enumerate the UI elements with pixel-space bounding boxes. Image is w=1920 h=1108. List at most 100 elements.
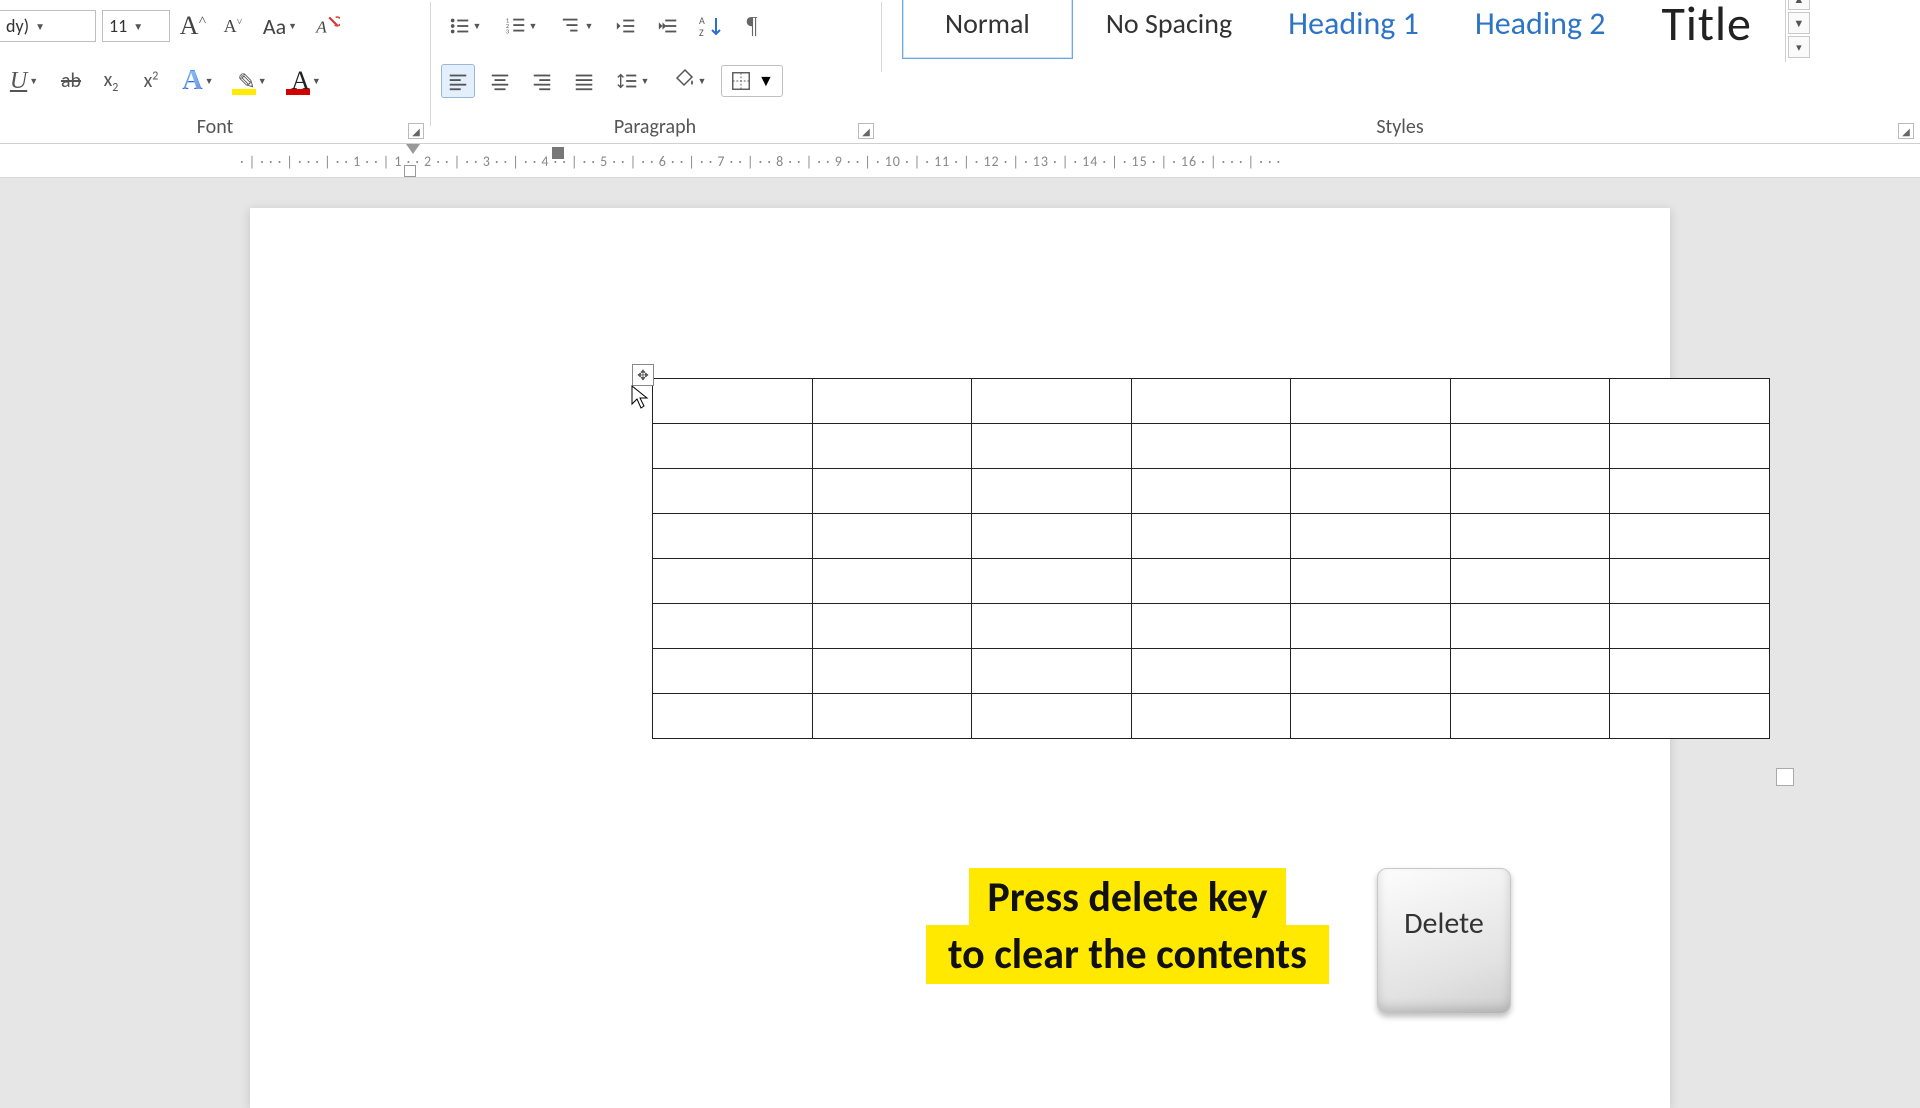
table-cell[interactable] [972,469,1132,514]
table-cell[interactable] [1291,694,1451,739]
sort-button[interactable]: AZ [693,9,727,43]
clear-formatting-button[interactable]: A [310,9,344,43]
bullets-button[interactable]: ▼ [441,9,489,43]
table-cell[interactable] [1291,469,1451,514]
underline-button[interactable]: U▼ [0,64,48,98]
tab-stop-marker[interactable] [552,147,564,159]
justify-button[interactable] [567,64,601,98]
multilevel-list-button[interactable]: ▼ [553,9,601,43]
style-title[interactable]: Title [1638,0,1774,59]
horizontal-ruler[interactable]: · | · · · | · · · | · · 1 · · | 1 · · 2 … [0,144,1920,178]
table-cell[interactable] [1131,469,1291,514]
table-cell[interactable] [812,379,972,424]
table-cell[interactable] [812,559,972,604]
styles-dialog-launcher[interactable]: ◢ [1898,123,1914,139]
table-cell[interactable] [1291,514,1451,559]
table-cell[interactable] [1450,604,1610,649]
align-left-button[interactable] [441,64,475,98]
table-cell[interactable] [972,694,1132,739]
table-cell[interactable] [1450,424,1610,469]
table-cell[interactable] [812,649,972,694]
paragraph-dialog-launcher[interactable]: ◢ [858,123,874,139]
table-cell[interactable] [972,649,1132,694]
table-cell[interactable] [972,424,1132,469]
table-cell[interactable] [972,604,1132,649]
table-cell[interactable] [653,379,813,424]
borders-button[interactable]: ▼ [721,65,783,97]
table-cell[interactable] [972,514,1132,559]
table-cell[interactable] [1610,424,1770,469]
table-row[interactable] [653,604,1770,649]
line-spacing-button[interactable]: ▼ [609,64,657,98]
table-cell[interactable] [972,379,1132,424]
change-case-button[interactable]: Aa▼ [256,9,304,43]
table-cell[interactable] [1610,379,1770,424]
table-cell[interactable] [1291,559,1451,604]
font-dialog-launcher[interactable]: ◢ [408,123,424,139]
text-effects-button[interactable]: A▼ [174,64,222,98]
shrink-font-button[interactable]: A˅ [216,9,250,43]
table-cell[interactable] [1610,649,1770,694]
table-cell[interactable] [812,514,972,559]
table-cell[interactable] [1131,379,1291,424]
table-row[interactable] [653,559,1770,604]
table-cell[interactable] [1450,469,1610,514]
table-cell[interactable] [1291,649,1451,694]
table-cell[interactable] [812,424,972,469]
table-cell[interactable] [1291,604,1451,649]
numbering-button[interactable]: 123 ▼ [497,9,545,43]
table-cell[interactable] [1610,694,1770,739]
table-cell[interactable] [1131,514,1291,559]
highlight-color-button[interactable]: ✎ ▼ [228,64,276,98]
table-cell[interactable] [1610,469,1770,514]
table-cell[interactable] [1131,424,1291,469]
style-heading1[interactable]: Heading 1 [1265,0,1442,59]
table-cell[interactable] [1450,649,1610,694]
table-cell[interactable] [1291,379,1451,424]
table-row[interactable] [653,379,1770,424]
subscript-button[interactable]: x2 [94,64,128,98]
table-cell[interactable] [653,424,813,469]
font-color-button[interactable]: A ▼ [282,64,330,98]
page[interactable]: ✥ Press delete key to clear the contents… [250,208,1670,1108]
table-cell[interactable] [653,469,813,514]
align-center-button[interactable] [483,64,517,98]
table-cell[interactable] [812,694,972,739]
decrease-indent-button[interactable] [609,9,643,43]
table-row[interactable] [653,469,1770,514]
strikethrough-button[interactable]: ab [54,64,88,98]
left-indent-marker[interactable] [404,165,416,177]
style-normal[interactable]: Normal [902,0,1073,59]
styles-scroll-down[interactable]: ▼ [1788,12,1810,34]
table-cell[interactable] [812,469,972,514]
style-heading2[interactable]: Heading 2 [1452,0,1629,59]
table-resize-handle[interactable] [1776,768,1794,786]
table-cell[interactable] [972,559,1132,604]
table-cell[interactable] [653,604,813,649]
table-cell[interactable] [1610,604,1770,649]
table-cell[interactable] [653,559,813,604]
table-cell[interactable] [653,514,813,559]
table-cell[interactable] [1450,694,1610,739]
grow-font-button[interactable]: A˄ [176,9,210,43]
table-row[interactable] [653,694,1770,739]
style-no-spacing[interactable]: No Spacing [1083,0,1255,59]
first-line-indent-marker[interactable] [406,144,420,154]
table-cell[interactable] [1131,604,1291,649]
table-cell[interactable] [1610,514,1770,559]
styles-scroll-up[interactable]: ▲ [1788,0,1810,10]
table-cell[interactable] [1131,559,1291,604]
table-cell[interactable] [653,649,813,694]
align-right-button[interactable] [525,64,559,98]
table-row[interactable] [653,649,1770,694]
table-cell[interactable] [1450,559,1610,604]
table-cell[interactable] [1131,649,1291,694]
table-cell[interactable] [1610,559,1770,604]
table-cell[interactable] [1131,694,1291,739]
font-name-combo[interactable]: dy) ▼ [0,10,96,42]
table-cell[interactable] [812,604,972,649]
document-table[interactable] [652,378,1770,739]
table-cell[interactable] [1450,379,1610,424]
table-move-handle[interactable]: ✥ [632,364,654,386]
table-cell[interactable] [653,694,813,739]
